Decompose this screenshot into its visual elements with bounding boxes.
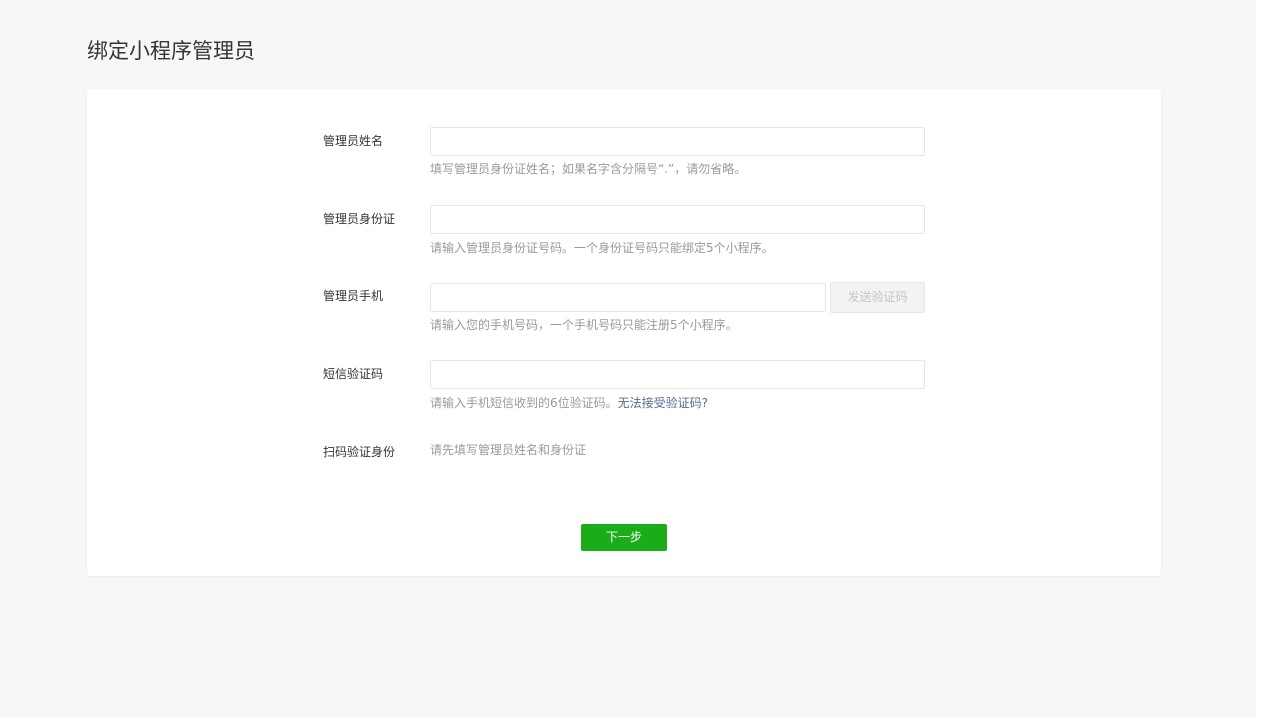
admin-id-input[interactable] (430, 205, 925, 234)
sms-code-label: 短信验证码 (323, 367, 384, 381)
admin-name-hint: 填写管理员身份证姓名；如果名字含分隔号“.”，请勿省略。 (430, 162, 747, 176)
sms-code-hint: 请输入手机短信收到的6位验证码。无法接受验证码? (430, 394, 708, 412)
admin-phone-hint: 请输入您的手机号码，一个手机号码只能注册5个小程序。 (430, 318, 738, 332)
admin-phone-label: 管理员手机 (323, 289, 384, 303)
next-step-button[interactable]: 下一步 (581, 524, 667, 551)
admin-name-label: 管理员姓名 (323, 134, 384, 148)
admin-id-hint: 请输入管理员身份证号码。一个身份证号码只能绑定5个小程序。 (430, 241, 774, 255)
sms-code-hint-text: 请输入手机短信收到的6位验证码。 (430, 396, 618, 410)
send-code-button[interactable]: 发送验证码 (830, 282, 925, 313)
page-title: 绑定小程序管理员 (87, 39, 255, 63)
admin-id-label: 管理员身份证 (323, 212, 396, 226)
form-card: 管理员姓名 填写管理员身份证姓名；如果名字含分隔号“.”，请勿省略。 管理员身份… (87, 89, 1161, 576)
sms-code-input[interactable] (430, 360, 925, 389)
sms-help-link[interactable]: 无法接受验证码? (618, 396, 708, 410)
admin-name-input[interactable] (430, 127, 925, 156)
scan-verify-label: 扫码验证身份 (323, 445, 396, 459)
admin-phone-input[interactable] (430, 283, 826, 312)
scan-verify-hint: 请先填写管理员姓名和身份证 (430, 443, 587, 457)
